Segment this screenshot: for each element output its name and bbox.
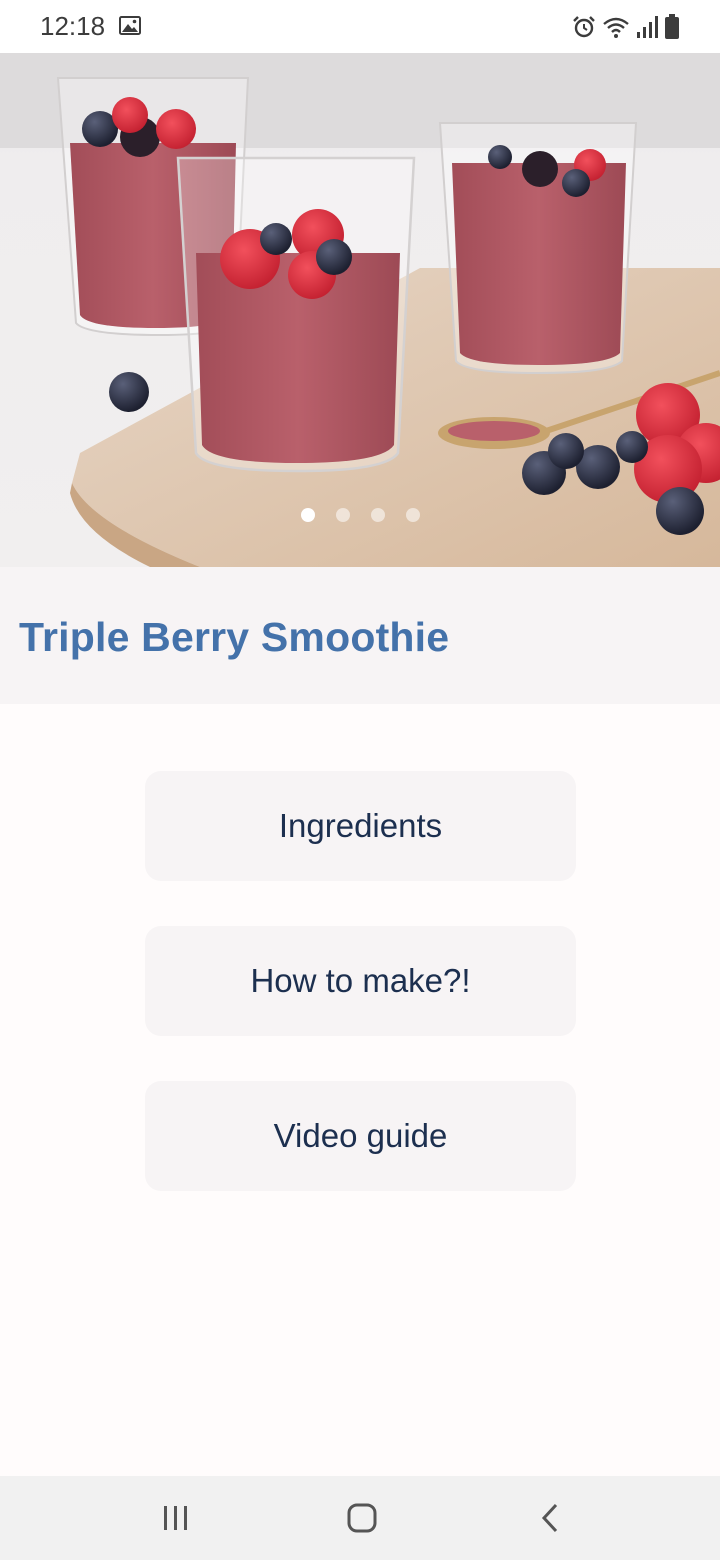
battery-icon: [665, 14, 679, 39]
gallery-icon: [119, 16, 141, 35]
home-icon: [347, 1503, 377, 1533]
recipe-title: Triple Berry Smoothie: [19, 614, 450, 660]
recents-button[interactable]: [116, 1476, 236, 1560]
carousel-dot-1[interactable]: [300, 508, 315, 522]
signal-icon: [637, 16, 658, 38]
how-to-make-button[interactable]: How to make?!: [145, 926, 576, 1036]
video-guide-button[interactable]: Video guide: [145, 1081, 576, 1191]
carousel-dot-3[interactable]: [370, 508, 385, 522]
status-bar: 12:18: [0, 0, 720, 53]
back-icon: [541, 1503, 558, 1533]
recents-icon: [164, 1506, 187, 1530]
alarm-icon: [573, 16, 595, 38]
hero-image-carousel[interactable]: [0, 53, 720, 567]
carousel-dot-2[interactable]: [335, 508, 350, 522]
home-button[interactable]: [302, 1476, 422, 1560]
carousel-indicator: [0, 508, 720, 522]
wifi-icon: [603, 17, 629, 38]
navigation-bar: [0, 1476, 720, 1560]
smoothie-photo: [0, 53, 720, 567]
ingredients-button[interactable]: Ingredients: [145, 771, 576, 881]
carousel-dot-4[interactable]: [405, 508, 420, 522]
back-button[interactable]: [490, 1476, 610, 1560]
status-time: 12:18: [40, 11, 106, 41]
